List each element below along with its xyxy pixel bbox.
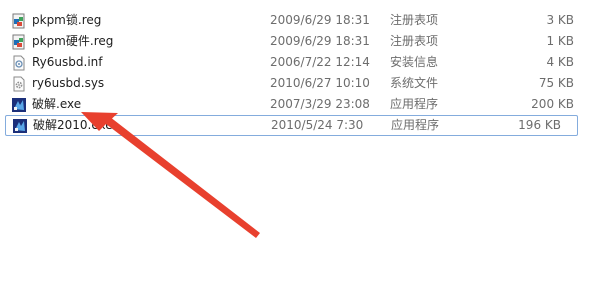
file-size: 200 KB xyxy=(531,97,574,111)
application-icon xyxy=(12,98,26,112)
file-row-pkpm-hardware-reg[interactable]: pkpm硬件.reg 2009/6/29 18:31 注册表项 1 KB xyxy=(0,31,596,52)
file-name: ry6usbd.sys xyxy=(32,76,105,90)
file-row-ry6usbd-inf[interactable]: Ry6usbd.inf 2006/7/22 12:14 安装信息 4 KB xyxy=(0,52,596,73)
file-name: pkpm硬件.reg xyxy=(32,34,114,48)
file-size: 3 KB xyxy=(546,13,574,27)
file-name: pkpm锁.reg xyxy=(32,13,102,27)
file-name: Ry6usbd.inf xyxy=(32,55,103,69)
file-type: 系统文件 xyxy=(390,76,439,90)
registry-file-icon xyxy=(12,13,25,29)
file-date: 2007/3/29 23:08 xyxy=(270,97,370,111)
file-size: 1 KB xyxy=(546,34,574,48)
file-date: 2010/5/24 7:30 xyxy=(271,118,364,132)
file-row-crack2010-exe[interactable]: 破解2010.exe 2010/5/24 7:30 应用程序 196 KB xyxy=(5,115,578,136)
file-type: 安装信息 xyxy=(390,55,439,69)
file-row-ry6usbd-sys[interactable]: ry6usbd.sys 2010/6/27 10:10 系统文件 75 KB xyxy=(0,73,596,94)
file-date: 2010/6/27 10:10 xyxy=(270,76,370,90)
file-date: 2009/6/29 18:31 xyxy=(270,13,370,27)
file-type: 应用程序 xyxy=(391,118,440,132)
setup-info-file-icon xyxy=(13,55,25,71)
file-type: 注册表项 xyxy=(390,13,439,27)
file-list: pkpm锁.reg 2009/6/29 18:31 注册表项 3 KB pkpm… xyxy=(0,10,596,136)
file-name: 破解2010.exe xyxy=(33,118,113,132)
file-size: 75 KB xyxy=(538,76,574,90)
file-type: 注册表项 xyxy=(390,34,439,48)
file-row-pkpm-lock-reg[interactable]: pkpm锁.reg 2009/6/29 18:31 注册表项 3 KB xyxy=(0,10,596,31)
file-size: 4 KB xyxy=(546,55,574,69)
file-name: 破解.exe xyxy=(32,97,82,111)
file-size: 196 KB xyxy=(518,118,561,132)
file-type: 应用程序 xyxy=(390,97,439,111)
file-date: 2009/6/29 18:31 xyxy=(270,34,370,48)
registry-file-icon xyxy=(12,34,25,50)
file-date: 2006/7/22 12:14 xyxy=(270,55,370,69)
system-file-icon xyxy=(13,76,25,92)
application-icon xyxy=(13,119,27,133)
file-row-crack-exe[interactable]: 破解.exe 2007/3/29 23:08 应用程序 200 KB xyxy=(0,94,596,115)
